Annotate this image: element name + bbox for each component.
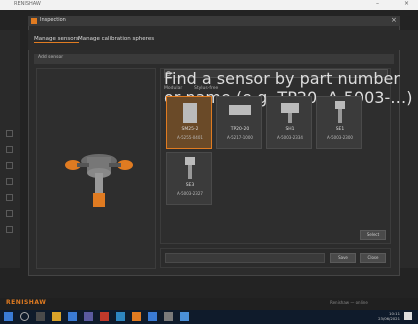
sensor-part: A-5003-2334 <box>277 135 303 140</box>
sensor-preview <box>36 68 156 269</box>
renishaw-logo: RENISHAW <box>6 299 47 306</box>
close-button[interactable]: Close <box>360 253 386 263</box>
sensor-name-field[interactable] <box>165 253 325 263</box>
app-icon[interactable] <box>116 312 125 321</box>
app-icon[interactable] <box>84 312 93 321</box>
start-icon[interactable] <box>4 312 13 321</box>
sensor-name: SM25-2 <box>181 127 199 132</box>
app-icon[interactable] <box>180 312 189 321</box>
stylus-icon <box>338 109 342 123</box>
sensor-icon <box>335 101 345 109</box>
tab-manage-sensors[interactable]: Manage sensors <box>34 36 79 43</box>
select-button[interactable]: Select <box>360 230 386 240</box>
sensor-icon <box>281 103 299 113</box>
stylus-icon <box>188 165 192 179</box>
sensor-card-se1[interactable]: SE1 A-5003-2300 <box>316 96 362 149</box>
filter-modular[interactable]: Modular <box>164 86 182 91</box>
sensor-name: SE3 <box>185 183 195 188</box>
sensor-card-sh1[interactable]: SH1 A-5003-2334 <box>266 96 312 149</box>
app-icon[interactable] <box>148 312 157 321</box>
file-explorer-icon[interactable] <box>52 312 61 321</box>
tool-icon[interactable] <box>6 146 13 153</box>
sensor-part: A-5255-0401 <box>177 135 203 140</box>
app-logo-icon <box>31 18 37 24</box>
sensor-icon <box>229 105 251 115</box>
search-taskbar-icon[interactable] <box>20 312 29 321</box>
tool-icon[interactable] <box>6 178 13 185</box>
section-title: Add sensor <box>38 55 64 60</box>
tool-icon[interactable] <box>6 130 13 137</box>
sensor-icon <box>183 103 197 123</box>
tool-icon[interactable] <box>6 226 13 233</box>
task-view-icon[interactable] <box>36 312 45 321</box>
dialog-title: Inspection <box>40 17 66 23</box>
tool-icon[interactable] <box>6 194 13 201</box>
notification-icon[interactable] <box>404 312 412 320</box>
stylus-icon <box>288 113 292 123</box>
app-icon[interactable] <box>100 312 109 321</box>
tab-manage-calibration-spheres[interactable]: Manage calibration spheres <box>78 36 154 42</box>
tool-icon[interactable] <box>6 162 13 169</box>
sensor-name: TP20-20 <box>230 127 250 132</box>
status-text: Renishaw — online <box>330 300 368 305</box>
tool-icon[interactable] <box>6 210 13 217</box>
sensor-card-tp20-20[interactable]: TP20-20 A-5217-1000 <box>216 96 262 149</box>
sensor-card-se3[interactable]: SE3 A-5003-2327 <box>166 152 212 205</box>
save-button[interactable]: Save <box>330 253 356 263</box>
sensor-part: A-5003-2300 <box>327 135 353 140</box>
sensor-part: A-5003-2327 <box>177 191 203 196</box>
sensor-name: SH1 <box>285 127 295 132</box>
sensor-card-sm25-2[interactable]: SM25-2 A-5255-0401 <box>166 96 212 149</box>
close-window-button[interactable]: × <box>404 0 409 7</box>
probe-3d-icon <box>65 154 133 207</box>
renishaw-taskbar-icon[interactable] <box>132 312 141 321</box>
clock[interactable]: 10:11 23/06/2021 <box>378 311 400 321</box>
clock-date: 23/06/2021 <box>378 315 400 321</box>
right-sidebar <box>400 30 418 268</box>
dialog-titlebar: Inspection × <box>28 16 400 26</box>
sensor-part: A-5217-1000 <box>227 135 253 140</box>
close-dialog-button[interactable]: × <box>391 16 397 24</box>
taskbar <box>0 310 418 324</box>
section-header <box>34 54 394 64</box>
os-titlebar: RENISHAW – × <box>0 0 418 10</box>
minimize-button[interactable]: – <box>376 0 379 7</box>
sensor-icon <box>185 157 195 165</box>
filter-stylus-free[interactable]: Stylus-free <box>194 86 218 91</box>
app-icon[interactable] <box>68 312 77 321</box>
os-title: RENISHAW <box>14 1 41 7</box>
app-icon[interactable] <box>164 312 173 321</box>
sensor-name: SE1 <box>335 127 345 132</box>
